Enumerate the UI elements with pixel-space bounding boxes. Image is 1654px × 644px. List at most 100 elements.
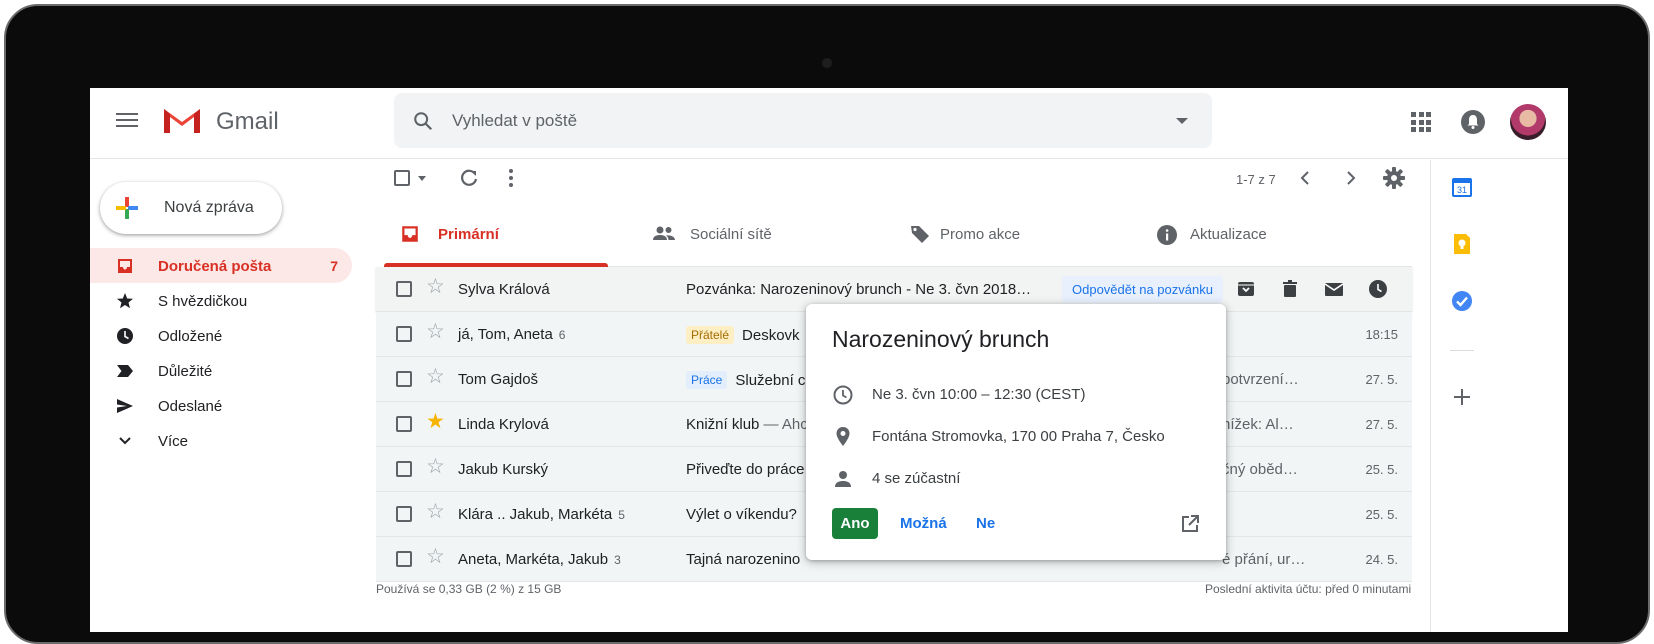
star-icon[interactable]: ☆: [426, 366, 445, 387]
delete-icon[interactable]: [1280, 279, 1300, 299]
location-pin-icon: [836, 427, 850, 446]
tasks-icon[interactable]: [1451, 290, 1473, 312]
send-icon: [117, 399, 133, 413]
rsvp-no-button[interactable]: Ne: [976, 515, 995, 532]
row-checkbox[interactable]: [396, 416, 412, 432]
sender: Sylva Králová: [458, 281, 550, 298]
date: 25. 5.: [1365, 462, 1398, 477]
chevron-right-icon[interactable]: [1342, 170, 1358, 186]
star-icon[interactable]: ☆: [426, 546, 445, 567]
subject: Práce Služební c: [686, 371, 805, 389]
tab-updates[interactable]: Aktualizace: [1140, 214, 1400, 266]
tab-label: Promo akce: [940, 226, 1021, 243]
keep-icon[interactable]: [1451, 233, 1473, 255]
event-location[interactable]: Fontána Stromovka, 170 00 Praha 7, Česko: [872, 428, 1165, 445]
date: 27. 5.: [1365, 417, 1398, 432]
sidebar-item-starred[interactable]: S hvězdičkou: [90, 283, 360, 318]
inbox-icon: [402, 226, 418, 242]
date: 18:15: [1365, 327, 1398, 342]
mark-unread-icon[interactable]: [1324, 279, 1344, 299]
search-icon[interactable]: [412, 110, 434, 132]
sender: Jakub Kurský: [458, 461, 549, 478]
snippet-tail: potvrzení…: [1222, 371, 1299, 388]
chevron-left-icon[interactable]: [1298, 170, 1314, 186]
snooze-icon[interactable]: [1368, 279, 1388, 299]
select-caret-icon[interactable]: [418, 176, 426, 181]
row-checkbox[interactable]: [396, 461, 412, 477]
inbox-icon: [118, 259, 132, 273]
clock-icon: [117, 328, 133, 344]
rsvp-button[interactable]: Odpovědět na pozvánku: [1062, 276, 1223, 303]
rsvp-yes-button[interactable]: Ano: [832, 508, 878, 539]
compose-button[interactable]: Nová zpráva: [100, 182, 282, 234]
snippet-tail: nížek: Al…: [1222, 416, 1294, 433]
more-vert-icon[interactable]: [507, 167, 515, 189]
open-in-new-icon[interactable]: [1180, 514, 1200, 534]
snippet: — Ahc: [759, 416, 808, 433]
clock-icon: [833, 385, 853, 405]
account-avatar[interactable]: [1510, 104, 1546, 140]
sidebar-item-important[interactable]: Důležité: [90, 353, 360, 388]
tab-label: Sociální sítě: [690, 226, 772, 243]
subject: Pozvánka: Narozeninový brunch - Ne 3. čv…: [686, 281, 1032, 298]
star-icon[interactable]: ☆: [426, 321, 445, 342]
tab-label: Primární: [438, 226, 499, 243]
search-options-caret-icon[interactable]: [1176, 118, 1188, 124]
add-addon-icon[interactable]: [1451, 386, 1473, 408]
row-checkbox[interactable]: [396, 551, 412, 567]
event-time: Ne 3. čvn 10:00 – 12:30 (CEST): [872, 386, 1086, 403]
camera: [822, 58, 832, 68]
subject: Výlet o víkendu?: [686, 506, 797, 523]
brand-name[interactable]: Gmail: [216, 108, 279, 136]
calendar-icon[interactable]: 31: [1451, 176, 1473, 198]
important-icon: [117, 365, 133, 377]
top-bar: Gmail Vyhledat v poště: [90, 88, 1568, 159]
tab-social[interactable]: Sociální sítě: [646, 214, 876, 266]
sidebar-item-inbox[interactable]: Doručená pošta 7: [90, 248, 352, 283]
row-checkbox[interactable]: [396, 371, 412, 387]
storage-usage[interactable]: Používá se 0,33 GB (2 %) z 15 GB: [376, 582, 561, 596]
sidebar-item-label: S hvězdičkou: [158, 293, 248, 310]
date: 25. 5.: [1365, 507, 1398, 522]
gmail-logo-icon[interactable]: [162, 105, 202, 135]
row-checkbox[interactable]: [396, 506, 412, 522]
label-chip[interactable]: Práce: [686, 371, 728, 389]
search-input[interactable]: Vyhledat v poště: [452, 111, 577, 131]
star-icon[interactable]: ☆: [426, 501, 445, 522]
sidebar-item-label: Více: [158, 433, 189, 450]
event-title: Narozeninový brunch: [832, 326, 1050, 352]
search-bar[interactable]: Vyhledat v poště: [394, 93, 1212, 148]
rsvp-maybe-button[interactable]: Možná: [900, 515, 947, 532]
rail-divider: [1450, 350, 1474, 351]
apps-grid-icon[interactable]: [1411, 112, 1431, 132]
compose-label: Nová zpráva: [164, 199, 254, 216]
unread-count: 7: [330, 258, 338, 274]
account-activity[interactable]: Poslední aktivita účtu: před 0 minutami: [1205, 582, 1411, 596]
gear-icon[interactable]: [1383, 167, 1405, 189]
tab-primary[interactable]: Primární: [384, 214, 608, 267]
archive-icon[interactable]: [1236, 279, 1256, 299]
notifications-icon[interactable]: [1460, 109, 1486, 135]
row-checkbox[interactable]: [396, 281, 412, 297]
sidebar-item-label: Odložené: [158, 328, 223, 345]
refresh-icon[interactable]: [458, 167, 480, 189]
pagination-text: 1-7 z 7: [1236, 172, 1276, 187]
star-icon[interactable]: ★: [426, 411, 445, 432]
row-checkbox[interactable]: [396, 326, 412, 342]
sender: Klára .. Jakub, Markéta 5: [458, 506, 625, 523]
sidebar-item-snoozed[interactable]: Odložené: [90, 318, 360, 353]
star-icon[interactable]: ☆: [426, 276, 445, 297]
sidebar-item-more[interactable]: Více: [90, 423, 360, 458]
select-all-checkbox[interactable]: [394, 170, 410, 186]
event-details-popup: Narozeninový brunch Ne 3. čvn 10:00 – 12…: [806, 304, 1226, 560]
sender: Aneta, Markéta, Jakub 3: [458, 551, 621, 568]
label-chip[interactable]: Přátelé: [686, 326, 735, 344]
menu-icon[interactable]: [116, 110, 138, 128]
sidebar-item-sent[interactable]: Odeslané: [90, 388, 360, 423]
star-icon[interactable]: ☆: [426, 456, 445, 477]
thread-count: 5: [618, 508, 625, 522]
subject: Tajná narozenino: [686, 551, 801, 568]
tab-promotions[interactable]: Promo akce: [894, 214, 1124, 266]
chevron-down-icon: [119, 437, 131, 445]
date: 24. 5.: [1365, 552, 1398, 567]
